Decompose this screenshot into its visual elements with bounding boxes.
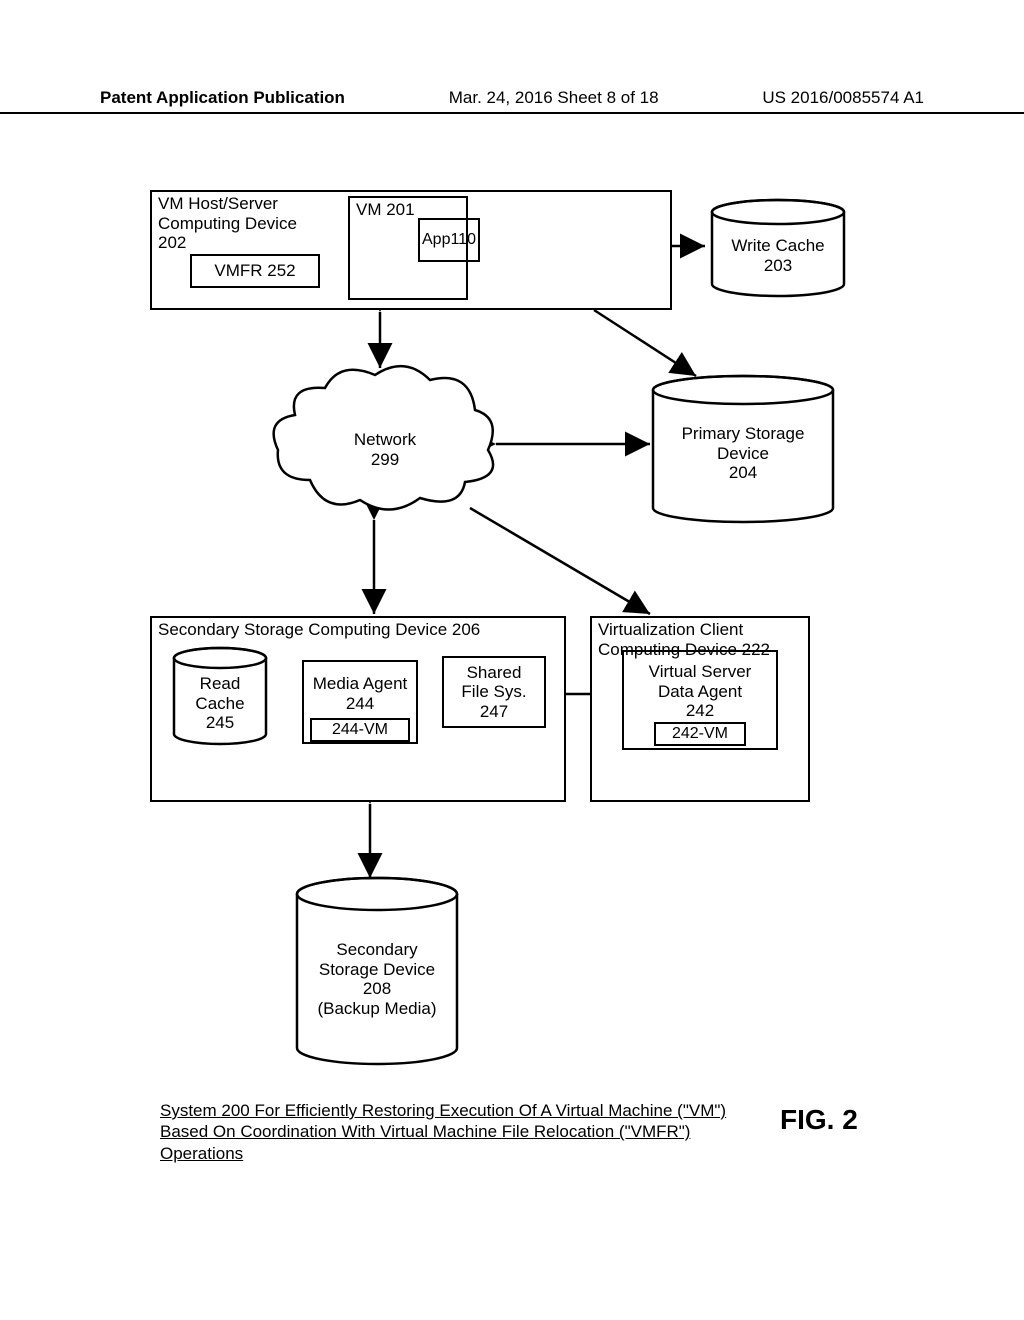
vsda-l3: 242 — [686, 701, 714, 720]
ss-l2: Storage Device — [319, 960, 435, 979]
wc-l2: 203 — [764, 256, 792, 275]
ss-l1: Secondary — [336, 940, 417, 959]
network-cloud: Network 299 — [270, 360, 500, 515]
page-header: Patent Application Publication Mar. 24, … — [0, 88, 1024, 114]
media-agent-vm-box: 244-VM — [310, 718, 410, 742]
rc-l1: Read — [200, 674, 241, 693]
figure-caption: System 200 For Efficiently Restoring Exe… — [160, 1100, 740, 1164]
sfs-l1: Shared — [467, 663, 522, 682]
sscd-title: Secondary Storage Computing Device 206 — [158, 620, 480, 640]
secondary-storage-cylinder: Secondary Storage Device 208 (Backup Med… — [292, 876, 462, 1066]
ps-l2: Device — [717, 444, 769, 463]
read-cache-cylinder: Read Cache 245 — [170, 646, 270, 746]
net-l1: Network — [354, 430, 416, 449]
rc-l3: 245 — [206, 713, 234, 732]
vmfr-box: VMFR 252 — [190, 254, 320, 288]
vsda-l2: Data Agent — [658, 682, 742, 701]
vccd-l1: Virtualization Client — [598, 620, 743, 639]
wc-l1: Write Cache — [731, 236, 824, 255]
vsda-vm-box: 242-VM — [654, 722, 746, 746]
sfs-l3: 247 — [480, 702, 508, 721]
ss-l3: 208 — [363, 979, 391, 998]
primary-storage-cylinder: Primary Storage Device 204 — [648, 374, 838, 524]
header-right: US 2016/0085574 A1 — [762, 88, 924, 108]
ma-l1: Media Agent — [313, 674, 408, 693]
header-center: Mar. 24, 2016 Sheet 8 of 18 — [449, 88, 659, 108]
vsda-l1: Virtual Server — [649, 662, 752, 681]
ss-l4: (Backup Media) — [317, 999, 436, 1018]
vm201-title: VM 201 — [356, 200, 415, 220]
app-l2: 110 — [450, 231, 476, 249]
host-l1: VM Host/Server — [158, 194, 278, 213]
rc-l2: Cache — [195, 694, 244, 713]
vm-host-title: VM Host/Server Computing Device 202 — [158, 194, 297, 253]
net-l2: 299 — [371, 450, 399, 469]
ps-l3: 204 — [729, 463, 757, 482]
write-cache-cylinder: Write Cache 203 — [708, 198, 848, 298]
host-l3: 202 — [158, 233, 186, 252]
sfs-l2: File Sys. — [461, 682, 526, 701]
header-left: Patent Application Publication — [100, 88, 345, 108]
figure-number: FIG. 2 — [780, 1104, 858, 1136]
ps-l1: Primary Storage — [682, 424, 805, 443]
host-l2: Computing Device — [158, 214, 297, 233]
shared-filesys-box: Shared File Sys. 247 — [442, 656, 546, 728]
app110-box: App 110 — [418, 218, 480, 262]
diagram: VM Host/Server Computing Device 202 VMFR… — [150, 190, 910, 1190]
app-l1: App — [422, 231, 450, 249]
ma-l2: 244 — [346, 694, 374, 713]
